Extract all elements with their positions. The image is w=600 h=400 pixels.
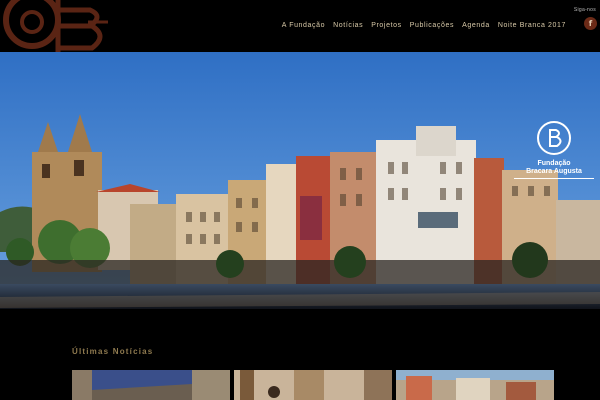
news-image-1	[72, 370, 230, 400]
fundacao-logo-icon	[3, 0, 108, 52]
news-image-2	[234, 370, 392, 400]
main-nav: A Fundação Notícias Projetos Publicações…	[282, 22, 566, 29]
site-header: A Fundação Notícias Projetos Publicações…	[0, 0, 600, 52]
facebook-icon[interactable]: f	[584, 17, 597, 30]
hero-image: Fundação Bracara Augusta	[0, 52, 600, 309]
news-thumb-1[interactable]	[72, 370, 230, 400]
news-thumb-2[interactable]	[234, 370, 392, 400]
brand-divider	[514, 178, 594, 179]
nav-agenda[interactable]: Agenda	[462, 22, 490, 29]
nav-noite-branca[interactable]: Noite Branca 2017	[498, 22, 566, 29]
brand-line-2: Bracara Augusta	[526, 168, 582, 175]
news-thumb-3[interactable]	[396, 370, 554, 400]
follow-label: Siga-nos	[573, 7, 596, 13]
nav-projetos[interactable]: Projetos	[371, 22, 401, 29]
news-section-title: Últimas Notícias	[72, 347, 154, 356]
news-image-3	[396, 370, 554, 400]
news-thumbnails	[72, 370, 554, 400]
nav-noticias[interactable]: Notícias	[333, 22, 363, 29]
brand-circle-icon	[537, 121, 571, 155]
site-logo[interactable]	[0, 0, 110, 52]
nav-fundacao[interactable]: A Fundação	[282, 22, 325, 29]
brand-overlay: Fundação Bracara Augusta	[512, 120, 596, 179]
city-panorama-image	[0, 52, 600, 309]
nav-publicacoes[interactable]: Publicações	[410, 22, 454, 29]
brand-line-1: Fundação	[537, 160, 571, 167]
